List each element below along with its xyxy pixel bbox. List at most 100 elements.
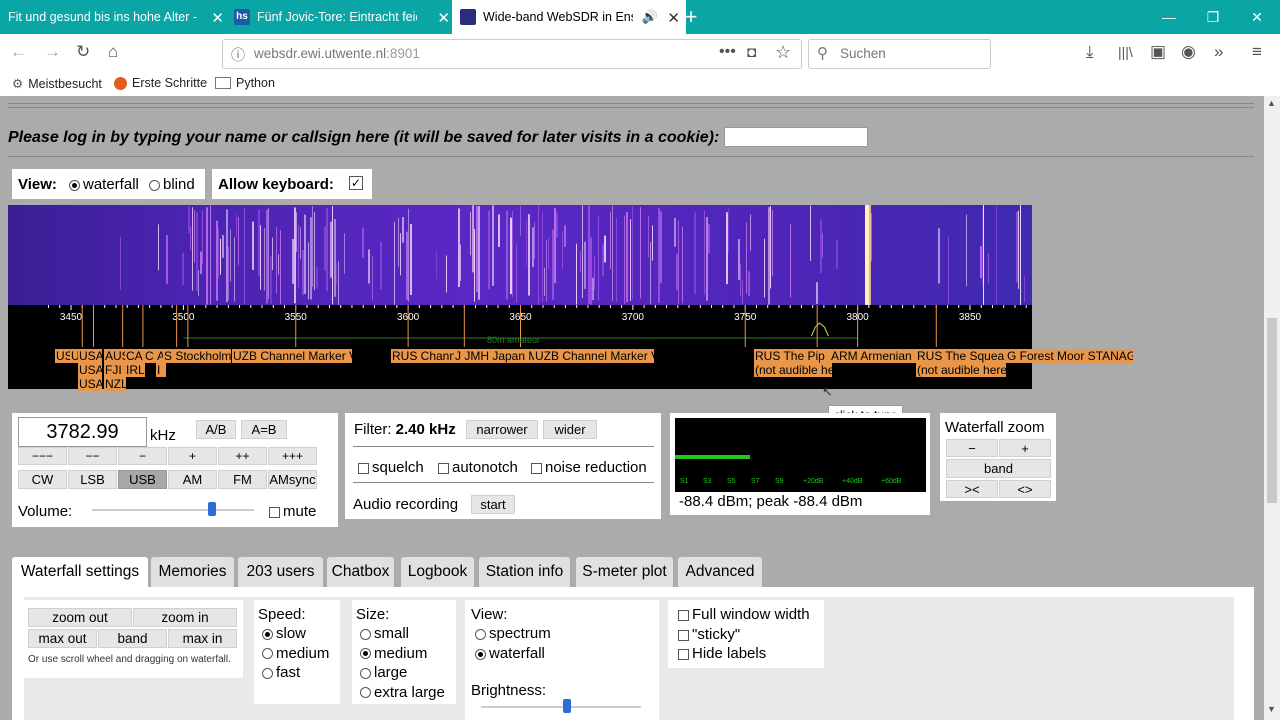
brightness-slider[interactable]	[563, 699, 572, 713]
tab-waterfall-settings[interactable]: Waterfall settings	[12, 557, 148, 587]
radio-large[interactable]: large	[360, 664, 407, 681]
max-in-button[interactable]: max in	[168, 629, 237, 648]
tune-step-button[interactable]: ++	[218, 447, 267, 465]
tab-memories[interactable]: Memories	[151, 557, 234, 587]
bookmark-erste-schritte[interactable]: Erste Schritte	[114, 76, 207, 90]
tab-station-info[interactable]: Station info	[479, 557, 570, 587]
station-label[interactable]: RUS The Pip (not audible he	[754, 349, 832, 377]
browser-tab-2[interactable]: hs Fünf Jovic-Tore: Eintracht feiert ✕	[226, 0, 456, 34]
new-tab-button[interactable]: +	[680, 0, 702, 34]
noise-reduction-checkbox[interactable]: noise reduction	[531, 459, 647, 476]
browser-tab-1[interactable]: Fit und gesund bis ins hohe Alter - F ✕	[0, 0, 230, 34]
mode-cw-button[interactable]: CW	[18, 470, 67, 489]
radio-slow[interactable]: slow	[262, 625, 306, 642]
radio-spectrum[interactable]: spectrum	[475, 625, 551, 642]
info-icon[interactable]: ⓘ	[231, 45, 245, 65]
radio-fast[interactable]: fast	[262, 664, 300, 681]
station-label[interactable]: UZB Channel Marker V	[232, 349, 352, 363]
zoom-narrow-button[interactable]: ><	[946, 480, 998, 498]
zoom-out-button[interactable]: zoom out	[28, 608, 132, 627]
station-label[interactable]: AUS FJI NZL	[104, 349, 126, 391]
scrollbar-thumb[interactable]	[1267, 318, 1277, 503]
download-icon[interactable]: ⤓	[1086, 42, 1094, 62]
mute-checkbox[interactable]: mute	[269, 503, 316, 520]
back-icon[interactable]: ←	[10, 42, 27, 62]
extension-icon[interactable]: ◉	[1181, 42, 1196, 62]
browser-tab-3[interactable]: Wide-band WebSDR in Ens 🔊 ✕	[452, 0, 686, 34]
search-bar[interactable]: ⚲ Suchen	[808, 39, 991, 69]
frequency-input[interactable]: 3782.99	[18, 417, 147, 447]
hide-labels-checkbox[interactable]: Hide labels	[678, 645, 766, 662]
zoom-band-button[interactable]: band	[946, 459, 1051, 478]
page-scrollbar[interactable]: ▲ ▼	[1264, 96, 1280, 720]
station-label[interactable]: RUS The Squea (not audible here	[916, 349, 1006, 377]
radio-waterfall[interactable]: waterfall	[475, 645, 545, 662]
close-icon[interactable]: ✕	[667, 9, 680, 27]
home-icon[interactable]: ⌂	[108, 42, 118, 62]
tune-step-button[interactable]: +++	[268, 447, 317, 465]
station-label[interactable]: S Stockholm	[163, 349, 231, 363]
forward-icon[interactable]: →	[44, 42, 61, 62]
zoom-plus-button[interactable]: +	[999, 439, 1051, 457]
menu-icon[interactable]: ≡	[1252, 42, 1262, 62]
bookmark-star-icon[interactable]: ☆	[775, 42, 791, 63]
more-icon[interactable]: •••	[719, 43, 736, 61]
station-label[interactable]: US	[55, 349, 71, 363]
tab-s-meter-plot[interactable]: S-meter plot	[576, 557, 673, 587]
scroll-up-icon[interactable]: ▲	[1267, 98, 1276, 108]
station-label[interactable]: J JMH Japan M	[454, 349, 534, 363]
mode-usb-button[interactable]: USB	[118, 470, 167, 489]
tune-step-button[interactable]: +	[168, 447, 217, 465]
mode-am-button[interactable]: AM	[168, 470, 217, 489]
library-icon[interactable]: |||\	[1118, 44, 1133, 60]
tune-step-button[interactable]: −	[118, 447, 167, 465]
station-label[interactable]: G Forest Moor STANAG	[1006, 349, 1133, 363]
mode-fm-button[interactable]: FM	[218, 470, 267, 489]
pocket-icon[interactable]: ◘	[747, 44, 756, 61]
station-label[interactable]: UZB Channel Marker V	[534, 349, 654, 363]
tune-step-button[interactable]: −−	[68, 447, 117, 465]
restore-icon[interactable]: ❐	[1190, 0, 1236, 34]
close-icon[interactable]: ✕	[437, 9, 450, 27]
radio-medium[interactable]: medium	[262, 645, 329, 662]
sidebar-icon[interactable]: ▣	[1150, 42, 1166, 62]
radio-medium[interactable]: medium	[360, 645, 427, 662]
window-close-icon[interactable]: ✕	[1234, 0, 1280, 34]
band-button[interactable]: band	[98, 629, 167, 648]
url-bar[interactable]: ⓘ websdr.ewi.utwente.nl:8901 ••• ◘ ☆	[222, 39, 802, 69]
station-label[interactable]: ARM Armenian	[830, 349, 916, 363]
record-start-button[interactable]: start	[471, 495, 515, 514]
speaker-icon[interactable]: 🔊	[642, 9, 658, 25]
tab-203-users[interactable]: 203 users	[238, 557, 323, 587]
volume-slider[interactable]	[207, 502, 216, 516]
max-out-button[interactable]: max out	[28, 629, 97, 648]
minimize-icon[interactable]: —	[1146, 0, 1192, 34]
radio-small[interactable]: small	[360, 625, 409, 642]
zoom-minus-button[interactable]: −	[946, 439, 998, 457]
station-label[interactable]: CA IRL	[125, 349, 145, 377]
tune-step-button[interactable]: −−−	[18, 447, 67, 465]
mode-amsync-button[interactable]: AMsync	[268, 470, 317, 489]
zoom-in-button[interactable]: zoom in	[133, 608, 237, 627]
tab-chatbox[interactable]: Chatbox	[327, 557, 394, 587]
zoom-wide-button[interactable]: <>	[999, 480, 1051, 498]
mode-lsb-button[interactable]: LSB	[68, 470, 117, 489]
sticky-checkbox[interactable]: "sticky"	[678, 626, 740, 643]
overflow-icon[interactable]: »	[1214, 42, 1223, 62]
squelch-checkbox[interactable]: squelch	[358, 459, 424, 476]
wider-button[interactable]: wider	[543, 420, 597, 439]
tab-advanced[interactable]: Advanced	[678, 557, 762, 587]
scroll-down-icon[interactable]: ▼	[1267, 704, 1276, 714]
ab-button[interactable]: A/B	[196, 420, 236, 439]
tab-logbook[interactable]: Logbook	[401, 557, 474, 587]
bookmark-python[interactable]: Python	[215, 76, 275, 90]
a-equals-b-button[interactable]: A=B	[241, 420, 287, 439]
station-label[interactable]: USA USA USA	[78, 349, 102, 391]
narrower-button[interactable]: narrower	[466, 420, 538, 439]
close-icon[interactable]: ✕	[211, 9, 224, 27]
radio-extra-large[interactable]: extra large	[360, 684, 445, 701]
bookmark-meistbesucht[interactable]: ⚙ Meistbesucht	[12, 76, 102, 92]
full-width-checkbox[interactable]: Full window width	[678, 606, 810, 623]
reload-icon[interactable]: ↻	[76, 42, 90, 62]
station-label[interactable]: RUS Chann	[391, 349, 455, 363]
